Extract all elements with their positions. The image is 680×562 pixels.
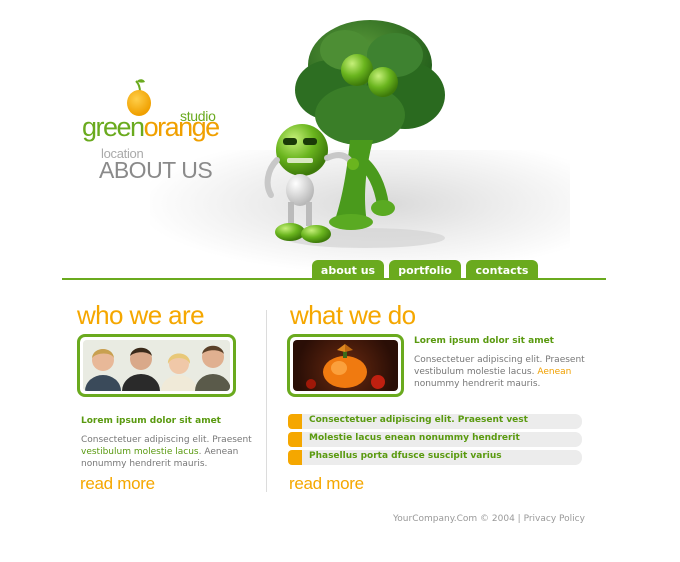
pepper-butterfly-image bbox=[306, 344, 385, 389]
list-bullet-icon bbox=[288, 414, 302, 429]
tab-contacts[interactable]: contacts bbox=[466, 260, 538, 280]
footer-separator: | bbox=[514, 514, 524, 524]
tab-about-us[interactable]: about us bbox=[312, 260, 384, 280]
list-item-label: Consectetuer adipiscing elit. Praesent v… bbox=[309, 415, 528, 425]
what-text-part-2: nonummy hendrerit mauris. bbox=[414, 379, 541, 389]
column-divider bbox=[266, 310, 267, 492]
list-bullet-icon bbox=[288, 450, 302, 465]
list-item[interactable]: Consectetuer adipiscing elit. Praesent v… bbox=[288, 414, 582, 429]
list-item-label: Molestie lacus enean nonummy hendrerit bbox=[309, 433, 520, 443]
who-text-part-1: Consectetuer adipiscing elit. Praesent bbox=[81, 435, 252, 445]
logo-wordmark: greenorange bbox=[82, 112, 221, 142]
mascot-tree-robot-illustration bbox=[264, 20, 445, 248]
list-item[interactable]: Phasellus porta dfusce suscipit varius bbox=[288, 450, 582, 465]
tab-portfolio[interactable]: portfolio bbox=[389, 260, 461, 280]
header: studio greenorange location ABOUT US abo… bbox=[0, 0, 680, 282]
who-we-are-subhead: Lorem ipsum dolor sit amet bbox=[81, 416, 221, 426]
what-we-do-heading: what we do bbox=[290, 300, 416, 330]
team-photo bbox=[77, 334, 236, 397]
privacy-policy-link[interactable]: Privacy Policy bbox=[524, 514, 585, 524]
page-title: ABOUT US bbox=[99, 157, 213, 183]
nav-divider bbox=[62, 278, 606, 280]
footer: YourCompany.Com © 2004 | Privacy Policy bbox=[393, 514, 585, 524]
pepper-photo bbox=[287, 334, 404, 397]
what-text-link[interactable]: Aenean bbox=[537, 367, 571, 377]
list-item[interactable]: Molestie lacus enean nonummy hendrerit bbox=[288, 432, 582, 447]
footer-copyright: YourCompany.Com © 2004 bbox=[393, 514, 515, 524]
logo-green-text: green bbox=[82, 112, 145, 142]
list-item-label: Phasellus porta dfusce suscipit varius bbox=[309, 451, 502, 461]
what-we-do-text: Consectetuer adipiscing elit. Praesent v… bbox=[414, 354, 586, 390]
list-bullet-icon bbox=[288, 432, 302, 447]
what-we-do-subhead: Lorem ipsum dolor sit amet bbox=[414, 336, 554, 346]
who-text-link[interactable]: vestibulum molestie lacus bbox=[81, 447, 199, 457]
who-we-are-heading: who we are bbox=[77, 300, 205, 330]
people-image bbox=[83, 340, 230, 391]
who-we-are-text: Consectetuer adipiscing elit. Praesent v… bbox=[81, 434, 256, 470]
what-we-do-read-more[interactable]: read more bbox=[289, 474, 364, 494]
who-we-are-read-more[interactable]: read more bbox=[80, 474, 155, 494]
logo-orange-text: orange bbox=[143, 112, 221, 142]
